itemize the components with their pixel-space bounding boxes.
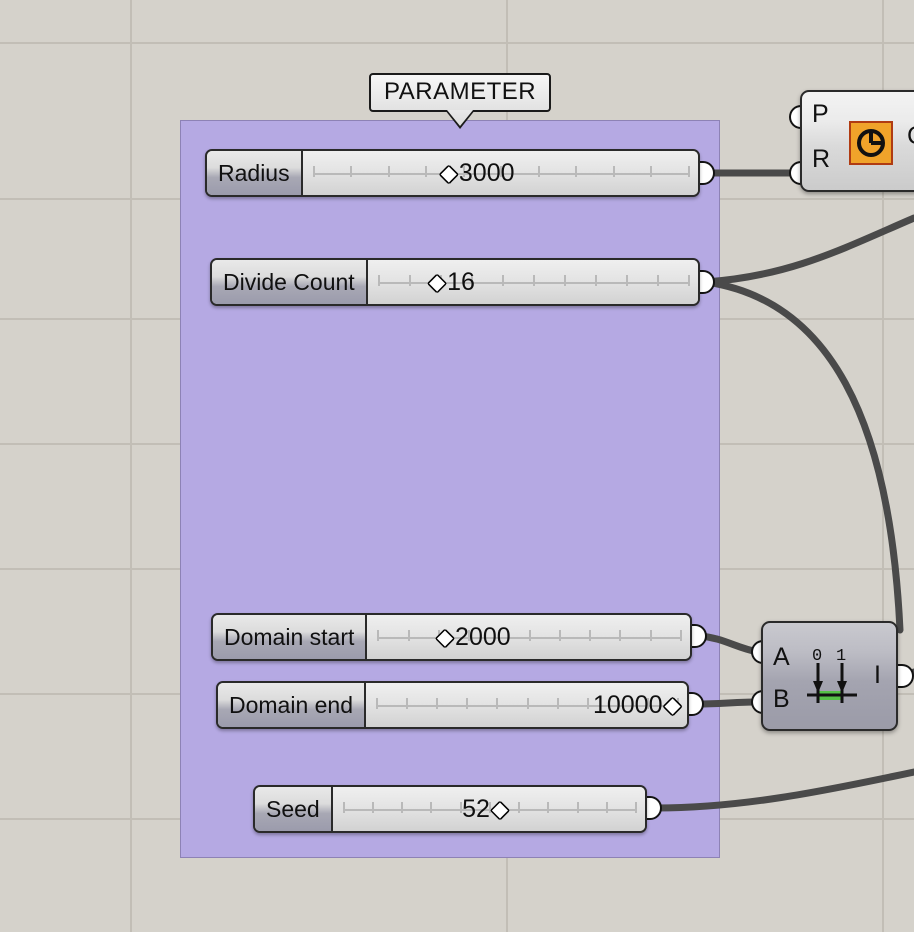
slider-tick [501, 275, 504, 286]
slider-tick [649, 630, 652, 641]
component-circle[interactable]: P R C [800, 90, 914, 192]
slider-tick [594, 275, 597, 286]
slider-tick [425, 166, 428, 177]
slider-tick [680, 630, 682, 641]
slider-track-seed[interactable]: 52 ◆ [332, 787, 645, 831]
slider-tick [586, 698, 589, 709]
slider-ticks-domain-start [377, 630, 682, 641]
slider-ticks-divide-count [377, 275, 690, 286]
slider-track-divide-count[interactable]: ◆ 16 [367, 260, 698, 304]
slider-tick [387, 166, 390, 177]
slider-tick [407, 630, 410, 641]
parameter-group-box[interactable] [180, 120, 720, 858]
grid-line-horizontal [0, 42, 914, 44]
slider-value-text-divide-count: 16 [447, 267, 475, 296]
slider-track-radius[interactable]: ◆ 3000 [302, 151, 698, 195]
slider-tick [496, 698, 499, 709]
slider-track-domain-start[interactable]: ◆ 2000 [367, 615, 690, 659]
slider-tick [547, 802, 550, 813]
slider-tick [563, 275, 566, 286]
slider-tick [589, 630, 592, 641]
slider-seed[interactable]: Seed 52 ◆ [253, 785, 647, 833]
slider-tick [688, 166, 690, 177]
slider-label-domain-start: Domain start [213, 615, 368, 659]
slider-tick [650, 166, 653, 177]
slider-value-text-domain-end: 10000 [592, 690, 663, 719]
slider-tick [377, 275, 380, 286]
slider-tick [619, 630, 622, 641]
slider-label-divide-count: Divide Count [212, 260, 368, 304]
slider-label-seed: Seed [255, 787, 333, 831]
slider-value-text-domain-start: 2000 [455, 622, 511, 651]
slider-tick [342, 802, 345, 813]
slider-tick [526, 698, 529, 709]
domain-interval-icon: 0 1 [807, 643, 863, 718]
slider-tick [605, 802, 608, 813]
slider-tick [688, 275, 690, 286]
slider-tick [406, 698, 409, 709]
slider-handle-domain-start[interactable]: ◆ [437, 627, 453, 648]
slider-track-domain-end[interactable]: 10000 ◆ [366, 683, 687, 727]
grid-line-vertical [130, 0, 132, 932]
slider-divide-count[interactable]: Divide Count ◆ 16 [210, 258, 700, 306]
slider-tick [575, 166, 578, 177]
slider-tick [576, 802, 579, 813]
slider-tick [408, 275, 411, 286]
slider-handle-radius[interactable]: ◆ [441, 163, 457, 184]
slider-domain-end[interactable]: Domain end 10000 ◆ [216, 681, 689, 729]
slider-label-radius: Radius [207, 151, 303, 195]
component-circle-output-c: C [907, 122, 914, 151]
slider-radius[interactable]: Radius ◆ 3000 [205, 149, 700, 197]
slider-tick [377, 630, 380, 641]
slider-value-domain-start: ◆ 2000 [437, 615, 511, 659]
port-domain-i[interactable] [897, 664, 914, 688]
slider-handle-divide-count[interactable]: ◆ [429, 272, 445, 293]
slider-tick [612, 166, 615, 177]
wire-divide-count-down [702, 278, 904, 634]
group-label-text: PARAMETER [384, 78, 537, 105]
slider-tick [436, 698, 439, 709]
component-construct-domain[interactable]: A B 0 1 I [761, 621, 898, 731]
slider-value-text-seed: 52 [462, 794, 490, 823]
slider-tick [656, 275, 659, 286]
slider-tick [312, 166, 315, 177]
component-domain-output-i: I [874, 661, 881, 689]
slider-value-text-radius: 3000 [458, 158, 515, 187]
slider-tick [625, 275, 628, 286]
component-circle-input-r: R [812, 145, 831, 173]
slider-tick [537, 166, 540, 177]
slider-tick [466, 698, 469, 709]
slider-value-radius: ◆ 3000 [441, 151, 515, 195]
slider-handle-domain-end[interactable]: ◆ [665, 695, 681, 716]
slider-tick [558, 630, 561, 641]
component-circle-input-p: P [812, 100, 829, 128]
slider-tick [401, 802, 404, 813]
slider-domain-start[interactable]: Domain start ◆ 2000 [211, 613, 692, 661]
slider-tick [518, 802, 521, 813]
slider-handle-seed[interactable]: ◆ [492, 799, 508, 820]
slider-tick [430, 802, 433, 813]
slider-value-domain-end: 10000 ◆ [593, 683, 681, 727]
slider-value-divide-count: ◆ 16 [429, 260, 475, 304]
slider-tick [371, 802, 374, 813]
slider-tick [532, 275, 535, 286]
slider-tick [528, 630, 531, 641]
slider-tick [376, 698, 379, 709]
component-domain-input-a: A [773, 643, 790, 671]
slider-value-seed: 52 ◆ [462, 787, 508, 831]
slider-tick [350, 166, 353, 177]
slider-label-domain-end: Domain end [218, 683, 367, 727]
circle-clock-icon [849, 121, 893, 165]
grasshopper-canvas[interactable]: PARAMETER Radius ◆ 3000 Divide Count ◆ 1… [0, 0, 914, 932]
component-domain-input-b: B [773, 685, 790, 713]
slider-tick [556, 698, 559, 709]
slider-tick [635, 802, 637, 813]
group-label-tag[interactable]: PARAMETER [369, 73, 552, 129]
